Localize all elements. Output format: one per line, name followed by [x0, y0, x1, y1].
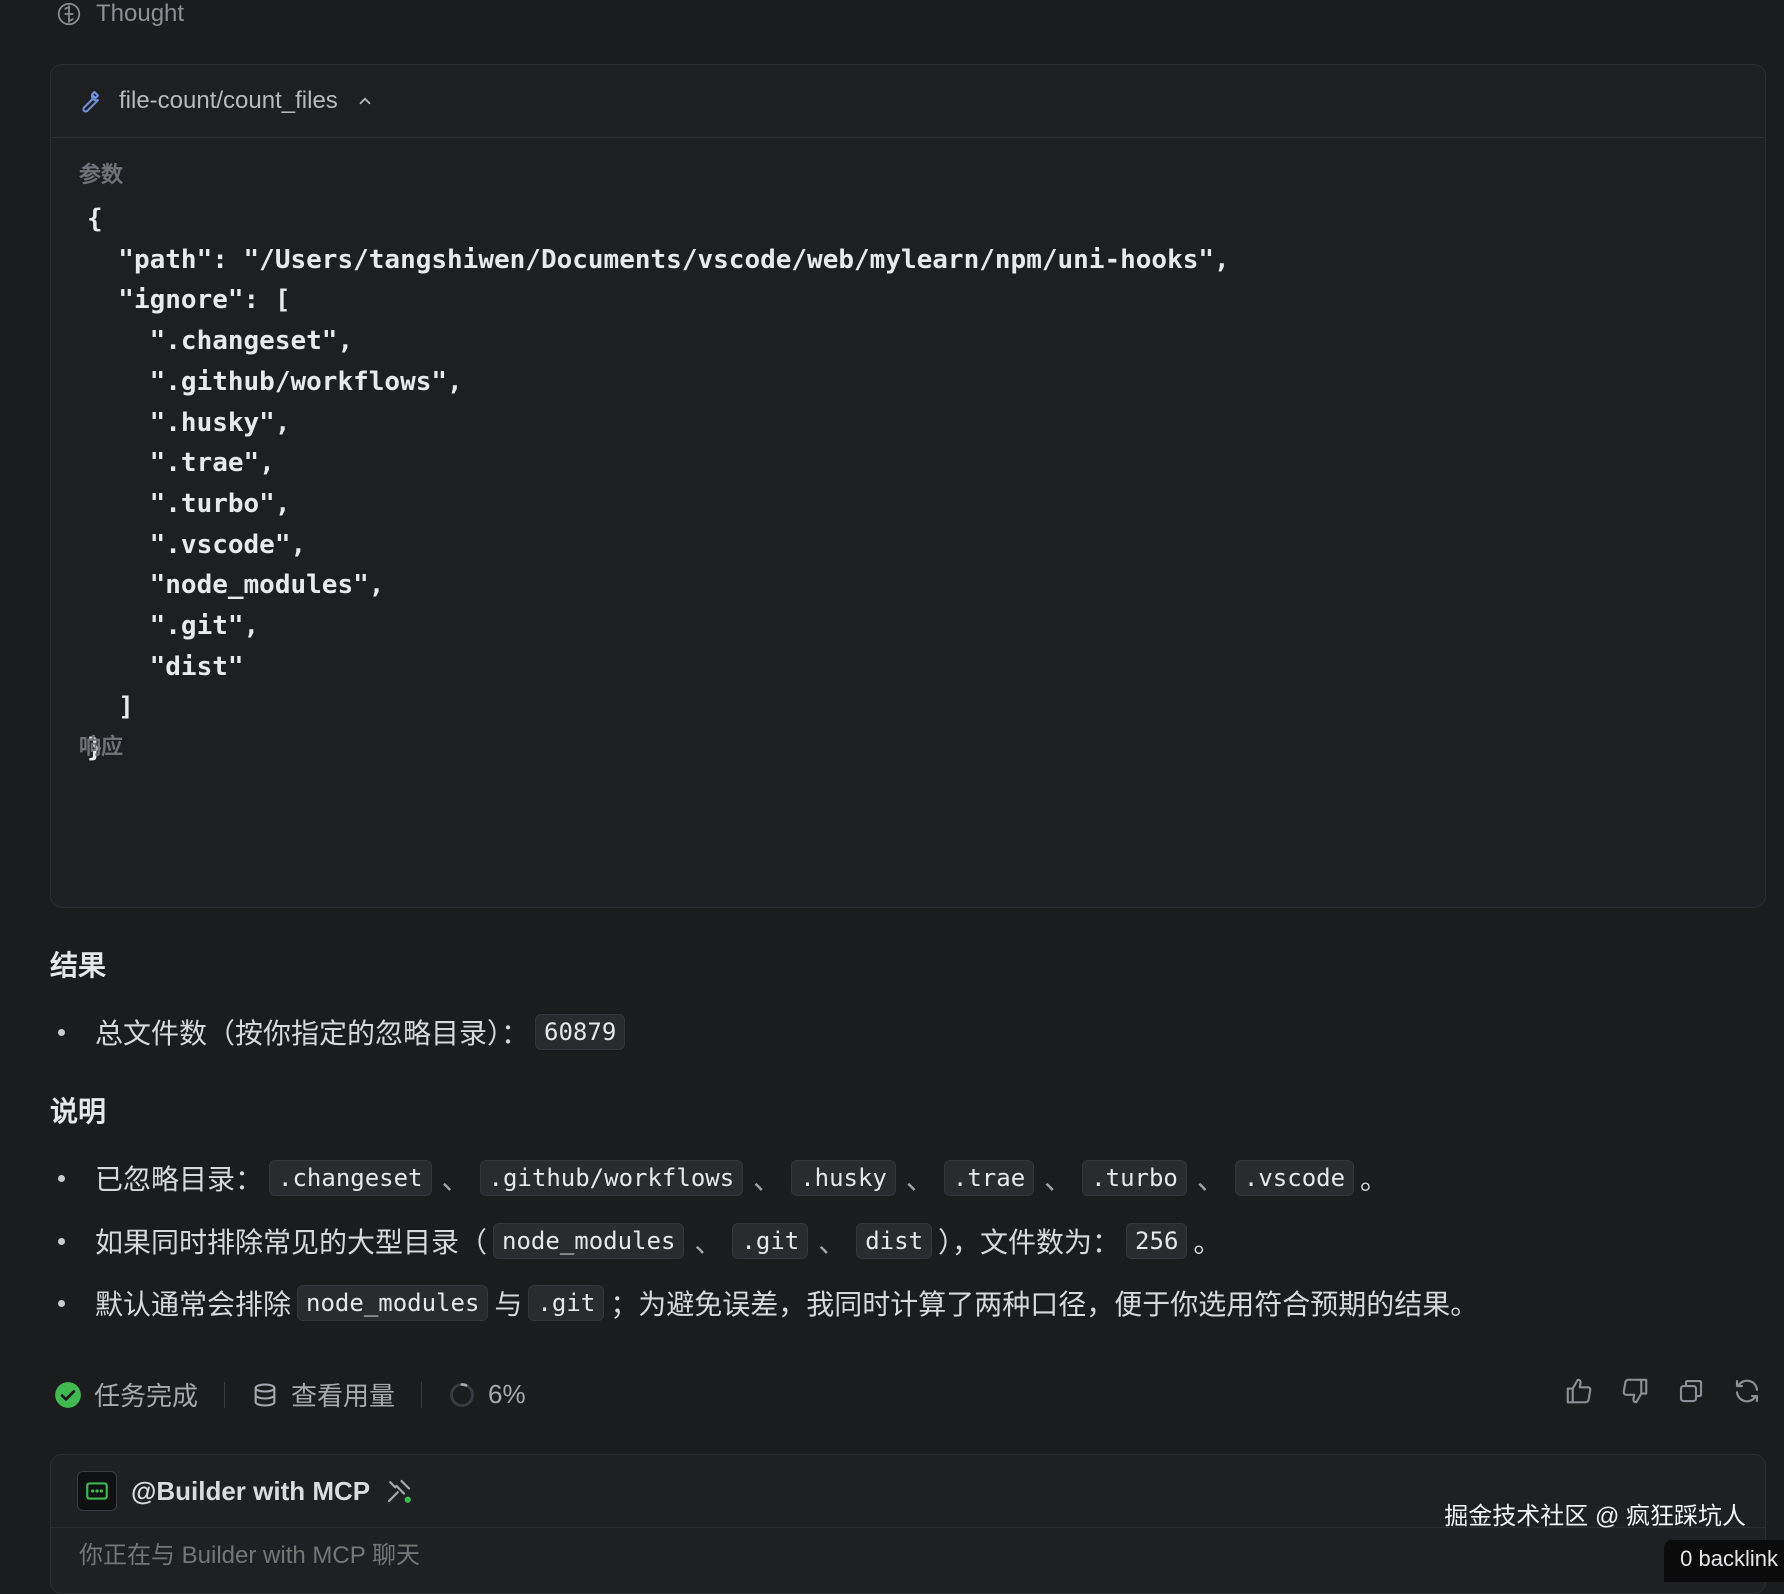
wrench-icon [82, 90, 100, 113]
ignored-label: 已忽略目录： [95, 1164, 264, 1195]
task-done-label: 任务完成 [94, 1381, 199, 1411]
watermark: 掘金技术社区 @ 疯狂踩坑人 [1444, 1503, 1746, 1530]
separator: 、 [441, 1164, 470, 1195]
status-bar: 任务完成 查看用量 6% [54, 1376, 526, 1413]
thought-row[interactable]: Thought [56, 0, 184, 28]
ignored-dir: .trae [943, 1160, 1035, 1196]
tool-name: file-count/count_files [119, 87, 338, 114]
default-dir: .git [528, 1285, 605, 1321]
check-circle-icon [55, 1381, 81, 1408]
divider [421, 1381, 423, 1408]
excluded-dir: .git [732, 1223, 809, 1259]
list-item: 总文件数（按你指定的忽略目录）： 60879 [58, 1012, 631, 1052]
tool-call-card: file-count/count_files 参数 { "path": "/Us… [50, 64, 1766, 908]
total-label: 总文件数（按你指定的忽略目录）： [95, 1018, 530, 1049]
thought-icon [57, 2, 81, 26]
excluded-dir: node_modules [493, 1223, 685, 1259]
chevron-up-icon[interactable] [356, 92, 374, 110]
terminal-icon [86, 1482, 108, 1500]
chat-input[interactable] [77, 1541, 1081, 1571]
bullet-dot [58, 1299, 65, 1307]
thought-label: Thought [96, 0, 185, 27]
separator: 、 [753, 1164, 782, 1195]
params-label: 参数 [79, 162, 124, 187]
ignored-dir: .vscode [1234, 1160, 1355, 1196]
note2-mid: ），文件数为： [938, 1227, 1121, 1258]
copy-icon[interactable] [1676, 1376, 1706, 1406]
excluded-dir: dist [856, 1223, 933, 1259]
divider [224, 1381, 226, 1408]
list-item: 如果同时排除常见的大型目录（ node_modules、 .git、 dist … [58, 1221, 1221, 1261]
refresh-icon[interactable] [1732, 1376, 1762, 1406]
tool-call-header[interactable]: file-count/count_files [51, 65, 1765, 138]
message-actions [1564, 1376, 1762, 1406]
separator: 、 [818, 1227, 847, 1258]
separator: 、 [1196, 1164, 1225, 1195]
note2-prefix: 如果同时排除常见的大型目录（ [95, 1227, 488, 1258]
period: 。 [1360, 1164, 1389, 1195]
view-usage-button[interactable]: 查看用量 [251, 1376, 395, 1413]
ignored-dir: .turbo [1082, 1160, 1187, 1196]
progress-ring-icon [450, 1382, 474, 1407]
total-value: 60879 [535, 1014, 626, 1050]
backlink-badge[interactable]: 0 backlink [1664, 1540, 1784, 1582]
note3-suffix: ；为避免误差，我同时计算了两种口径，便于你选用符合预期的结果。 [610, 1289, 1479, 1320]
bullet-dot [58, 1174, 65, 1182]
tools-icon[interactable] [384, 1476, 414, 1506]
note3-and: 与 [494, 1289, 523, 1320]
ignored-dir: .github/workflows [479, 1160, 744, 1196]
agent-avatar [77, 1471, 117, 1511]
agent-name[interactable]: @Builder with MCP [131, 1476, 370, 1507]
list-item: 已忽略目录： .changeset 、 .github/workflows 、 .h… [58, 1158, 1388, 1198]
note3-prefix: 默认通常会排除 [95, 1289, 292, 1320]
database-icon [254, 1382, 276, 1407]
period: 。 [1193, 1227, 1222, 1258]
separator: 、 [694, 1227, 723, 1258]
view-usage-label: 查看用量 [291, 1381, 396, 1411]
ignored-dir: .changeset [269, 1160, 432, 1196]
result-heading: 结果 [50, 950, 107, 981]
notes-heading: 说明 [50, 1096, 107, 1127]
separator: 、 [905, 1164, 934, 1195]
list-item: 默认通常会排除 node_modules 与 .git ；为避免误差，我同时计算… [58, 1283, 1478, 1323]
default-dir: node_modules [297, 1285, 489, 1321]
context-progress: 6% [488, 1379, 526, 1409]
bullet-dot [58, 1237, 65, 1245]
response-label: 响应 [79, 734, 124, 759]
separator: 、 [1044, 1164, 1073, 1195]
bullet-dot [58, 1028, 65, 1036]
params-code: { "path": "/Users/tangshiwen/Documents/v… [87, 204, 1230, 764]
thumbs-down-icon[interactable] [1620, 1376, 1650, 1406]
thumbs-up-icon[interactable] [1564, 1376, 1594, 1406]
ignored-dir: .husky [791, 1160, 896, 1196]
excluded-count: 256 [1126, 1223, 1188, 1259]
